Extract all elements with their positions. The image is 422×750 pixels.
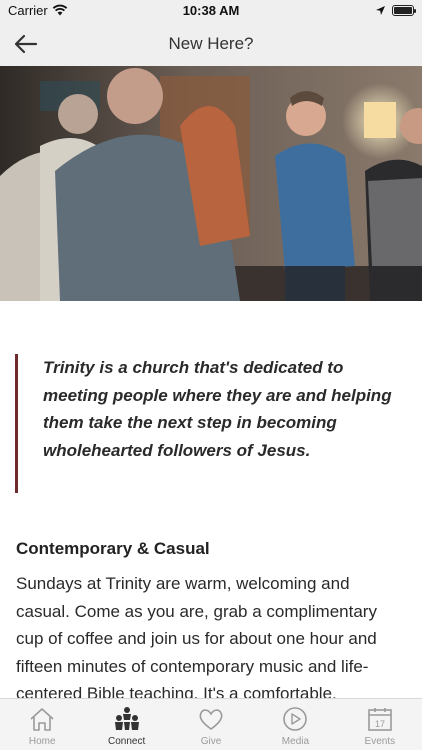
home-icon	[30, 708, 54, 731]
calendar-day: 17	[375, 719, 385, 729]
tab-give[interactable]: Give	[169, 699, 253, 750]
calendar-icon: 17	[368, 708, 392, 731]
tab-connect-label: Connect	[107, 736, 146, 747]
tab-home-label: Home	[28, 736, 56, 747]
battery-icon	[392, 5, 416, 16]
tab-media-label: Media	[281, 736, 310, 747]
page-content[interactable]: Trinity is a church that's dedicated to …	[0, 301, 422, 698]
location-arrow-icon	[376, 6, 385, 15]
section-heading: Contemporary & Casual	[16, 539, 210, 558]
hero-photo-illustration	[0, 66, 422, 301]
mission-quote-text: Trinity is a church that's dedicated to …	[43, 358, 392, 460]
section-body: Sundays at Trinity are warm, welcoming a…	[16, 574, 377, 698]
tab-media[interactable]: Media	[253, 699, 337, 750]
tab-events-label: Events	[364, 736, 396, 747]
status-bar: Carrier 10:38 AM	[0, 0, 422, 22]
tab-events[interactable]: 17 Events	[338, 699, 422, 750]
page-title: New Here?	[168, 34, 254, 53]
navigation-bar: New Here?	[0, 22, 422, 66]
mission-quote: Trinity is a church that's dedicated to …	[15, 354, 407, 493]
heart-icon	[199, 709, 223, 730]
status-time: 10:38 AM	[182, 3, 240, 18]
tab-connect[interactable]: Connect	[84, 699, 168, 750]
people-icon	[114, 707, 139, 730]
tab-bar: Home Connect Give Media 17 Events	[0, 698, 422, 750]
play-icon	[283, 707, 308, 731]
battery-level	[394, 7, 412, 14]
hero-photo	[0, 66, 422, 301]
tab-give-label: Give	[200, 736, 222, 747]
tab-home[interactable]: Home	[0, 699, 84, 750]
